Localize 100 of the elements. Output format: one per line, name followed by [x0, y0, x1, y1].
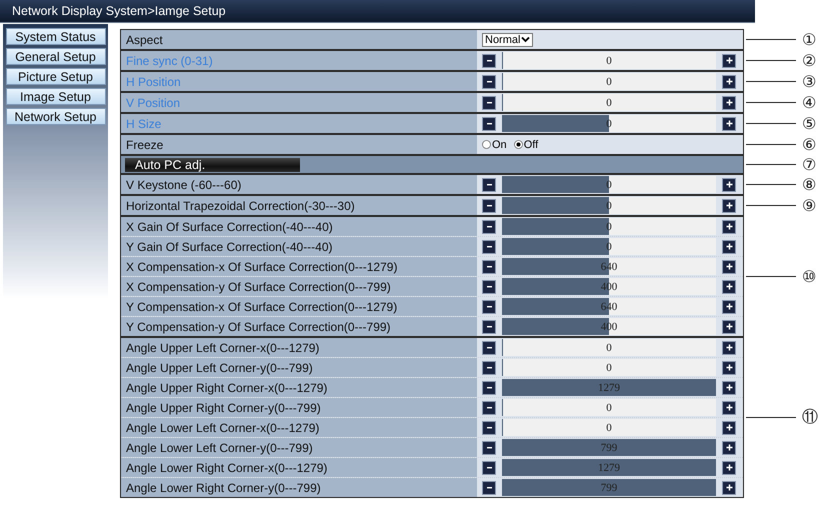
slider-track[interactable]: 0 — [502, 238, 716, 255]
setting-label: Horizontal Trapezoidal Correction(-30---30) — [121, 196, 479, 215]
increase-button[interactable] — [722, 54, 736, 68]
sidebar-button[interactable]: General Setup — [6, 48, 106, 65]
sidebar-button[interactable]: Image Setup — [6, 88, 106, 105]
decrease-button[interactable] — [482, 320, 496, 334]
setting-label: V Keystone (-60---60) — [121, 175, 479, 194]
leader-line — [746, 144, 796, 146]
minus-icon — [486, 466, 492, 468]
plus-icon — [726, 78, 732, 85]
decrease-button[interactable] — [482, 380, 496, 394]
slider-track[interactable]: 0 — [502, 419, 716, 436]
decrease-button[interactable] — [482, 74, 496, 88]
decrease-button[interactable] — [482, 300, 496, 314]
setting-label: X Compensation-x Of Surface Correction(0---1279) — [121, 257, 479, 276]
increase-button[interactable] — [722, 260, 736, 274]
plus-icon — [726, 202, 732, 209]
increase-button[interactable] — [722, 300, 736, 314]
setting-label: H Size — [121, 114, 479, 133]
increase-button[interactable] — [722, 96, 736, 110]
minus-icon — [486, 246, 492, 248]
decrease-button[interactable] — [482, 480, 496, 494]
decrease-button[interactable] — [482, 96, 496, 110]
increase-button[interactable] — [722, 74, 736, 88]
setting-label: Angle Lower Left Corner-x(0---1279) — [121, 418, 479, 437]
decrease-button[interactable] — [482, 198, 496, 212]
slider-value: 0 — [606, 178, 612, 190]
decrease-button[interactable] — [482, 220, 496, 234]
leader-line — [746, 38, 796, 40]
slider-track[interactable]: 640 — [502, 298, 716, 315]
increase-button[interactable] — [722, 116, 736, 130]
increase-button[interactable] — [722, 400, 736, 414]
setting-label: Aspect — [121, 30, 479, 49]
radio-option[interactable]: Off — [514, 138, 538, 150]
setting-label: Angle Upper Left Corner-y(0---799) — [121, 358, 479, 377]
decrease-button[interactable] — [482, 340, 496, 354]
decrease-button[interactable] — [482, 260, 496, 274]
slider-track[interactable]: 0 — [502, 399, 716, 416]
plus-icon — [726, 57, 732, 64]
callout-number: ⑪ — [802, 407, 818, 428]
minus-icon — [486, 102, 492, 104]
increase-button[interactable] — [722, 340, 736, 354]
auto-pc-adjust-button[interactable]: Auto PC adj. — [125, 158, 300, 172]
decrease-button[interactable] — [482, 280, 496, 294]
callout-number: ⑩ — [802, 267, 816, 286]
increase-button[interactable] — [722, 380, 736, 394]
callout-number: ⑦ — [802, 155, 816, 174]
slider-track[interactable]: 0 — [502, 359, 716, 376]
slider-track[interactable]: 0 — [502, 176, 716, 193]
setting-label: Freeze — [121, 135, 479, 154]
minus-icon — [486, 406, 492, 408]
plus-icon — [726, 484, 732, 491]
callout-number: ① — [802, 30, 816, 49]
callout-number: ⑨ — [802, 196, 816, 215]
aspect-dropdown[interactable]: Normal — [482, 32, 534, 46]
slider-track[interactable]: 640 — [502, 258, 716, 275]
increase-button[interactable] — [722, 280, 736, 294]
slider-value: 1279 — [598, 462, 620, 474]
slider-value: 0 — [606, 76, 612, 88]
slider-track[interactable]: 0 — [502, 339, 716, 356]
increase-button[interactable] — [722, 440, 736, 454]
radio-option[interactable]: On — [482, 138, 507, 150]
plus-icon — [726, 424, 732, 431]
sidebar-button[interactable]: Network Setup — [6, 108, 106, 125]
decrease-button[interactable] — [482, 360, 496, 374]
increase-button[interactable] — [722, 178, 736, 192]
slider-value: 0 — [606, 240, 612, 252]
increase-button[interactable] — [722, 460, 736, 474]
increase-button[interactable] — [722, 480, 736, 494]
decrease-button[interactable] — [482, 460, 496, 474]
increase-button[interactable] — [722, 320, 736, 334]
callout-number: ③ — [802, 72, 816, 91]
decrease-button[interactable] — [482, 178, 496, 192]
decrease-button[interactable] — [482, 440, 496, 454]
slider-value: 0 — [606, 96, 612, 108]
decrease-button[interactable] — [482, 400, 496, 414]
increase-button[interactable] — [722, 240, 736, 254]
slider-value: 799 — [600, 482, 618, 494]
decrease-button[interactable] — [482, 116, 496, 130]
leader-line — [746, 164, 796, 166]
plus-icon — [726, 283, 732, 290]
sidebar-button[interactable]: Picture Setup — [6, 68, 106, 85]
plus-icon — [726, 120, 732, 127]
increase-button[interactable] — [722, 360, 736, 374]
decrease-button[interactable] — [482, 54, 496, 68]
increase-button[interactable] — [722, 420, 736, 434]
slider-track[interactable]: 400 — [502, 278, 716, 295]
decrease-button[interactable] — [482, 240, 496, 254]
minus-icon — [486, 60, 492, 62]
increase-button[interactable] — [722, 220, 736, 234]
plus-icon — [726, 364, 732, 371]
increase-button[interactable] — [722, 198, 736, 212]
sidebar-button[interactable]: System Status — [6, 28, 106, 45]
slider-track[interactable]: 0 — [502, 218, 716, 235]
slider-track[interactable]: 0 — [502, 197, 716, 214]
slider-track[interactable]: 400 — [502, 318, 716, 335]
slider-value: 0 — [606, 342, 612, 354]
minus-icon — [486, 266, 492, 268]
decrease-button[interactable] — [482, 420, 496, 434]
plus-icon — [726, 243, 732, 250]
